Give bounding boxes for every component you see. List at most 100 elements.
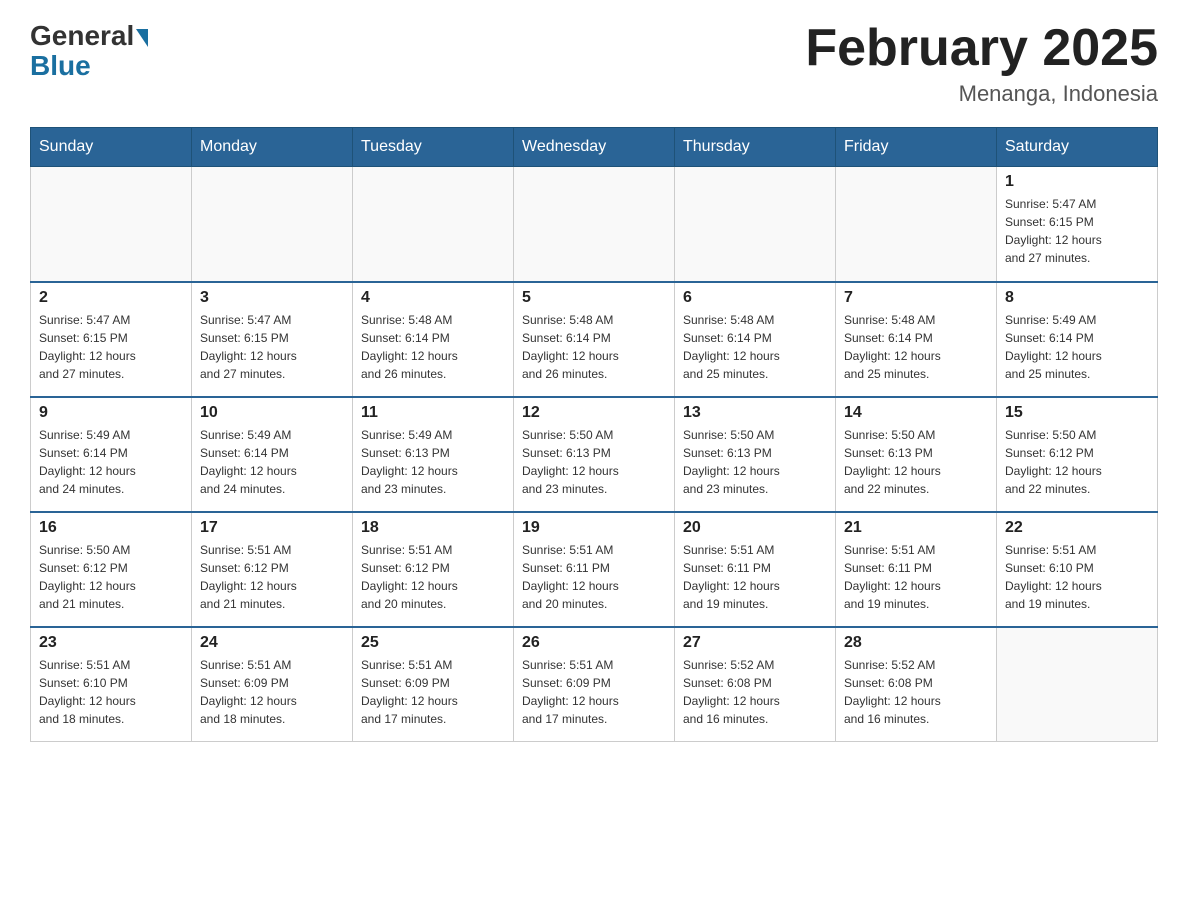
day-number: 1 [1005, 173, 1149, 191]
day-info: Sunrise: 5:50 AMSunset: 6:13 PMDaylight:… [522, 426, 666, 498]
day-number: 24 [200, 634, 344, 652]
day-number: 3 [200, 289, 344, 307]
day-number: 5 [522, 289, 666, 307]
calendar-cell: 1 Sunrise: 5:47 AMSunset: 6:15 PMDaylight… [997, 167, 1158, 282]
calendar-cell: 4Sunrise: 5:48 AMSunset: 6:14 PMDaylight… [353, 282, 514, 397]
day-number: 18 [361, 519, 505, 537]
day-number: 9 [39, 404, 183, 422]
calendar-cell [31, 167, 192, 282]
day-number: 25 [361, 634, 505, 652]
weekday-header-monday: Monday [192, 128, 353, 167]
logo-general-text: General [30, 20, 134, 52]
day-number: 21 [844, 519, 988, 537]
calendar-cell: 28 Sunrise: 5:52 AMSunset: 6:08 PMDayligh… [836, 627, 997, 742]
day-info: Sunrise: 5:51 AMSunset: 6:12 PMDaylight:… [361, 541, 505, 613]
calendar-cell: 12 Sunrise: 5:50 AMSunset: 6:13 PMDayligh… [514, 397, 675, 512]
day-info: Sunrise: 5:47 AMSunset: 6:15 PMDaylight:… [200, 311, 344, 383]
weekday-header-friday: Friday [836, 128, 997, 167]
calendar-week-row: 16 Sunrise: 5:50 AMSunset: 6:12 PMDayligh… [31, 512, 1158, 627]
day-number: 17 [200, 519, 344, 537]
logo: General Blue [30, 20, 148, 82]
day-number: 6 [683, 289, 827, 307]
page-title: February 2025 [805, 20, 1158, 77]
day-number: 23 [39, 634, 183, 652]
day-info: Sunrise: 5:50 AMSunset: 6:13 PMDaylight:… [683, 426, 827, 498]
calendar-cell [514, 167, 675, 282]
calendar-cell: 3 Sunrise: 5:47 AMSunset: 6:15 PMDaylight… [192, 282, 353, 397]
day-info: Sunrise: 5:47 AMSunset: 6:15 PMDaylight:… [39, 311, 183, 383]
day-number: 11 [361, 404, 505, 422]
day-info: Sunrise: 5:51 AMSunset: 6:10 PMDaylight:… [39, 656, 183, 728]
calendar-cell [675, 167, 836, 282]
calendar-cell [353, 167, 514, 282]
calendar-cell: 18 Sunrise: 5:51 AMSunset: 6:12 PMDayligh… [353, 512, 514, 627]
calendar-cell: 21Sunrise: 5:51 AMSunset: 6:11 PMDayligh… [836, 512, 997, 627]
day-info: Sunrise: 5:51 AMSunset: 6:12 PMDaylight:… [200, 541, 344, 613]
calendar-cell: 6 Sunrise: 5:48 AMSunset: 6:14 PMDaylight… [675, 282, 836, 397]
day-info: Sunrise: 5:48 AMSunset: 6:14 PMDaylight:… [522, 311, 666, 383]
calendar-cell: 7Sunrise: 5:48 AMSunset: 6:14 PMDaylight… [836, 282, 997, 397]
calendar-cell: 10Sunrise: 5:49 AMSunset: 6:14 PMDayligh… [192, 397, 353, 512]
calendar-cell: 23 Sunrise: 5:51 AMSunset: 6:10 PMDayligh… [31, 627, 192, 742]
calendar-cell [997, 627, 1158, 742]
day-info: Sunrise: 5:48 AMSunset: 6:14 PMDaylight:… [683, 311, 827, 383]
calendar-cell: 22 Sunrise: 5:51 AMSunset: 6:10 PMDayligh… [997, 512, 1158, 627]
day-info: Sunrise: 5:52 AMSunset: 6:08 PMDaylight:… [844, 656, 988, 728]
day-number: 16 [39, 519, 183, 537]
calendar-cell: 17 Sunrise: 5:51 AMSunset: 6:12 PMDayligh… [192, 512, 353, 627]
calendar-cell: 27 Sunrise: 5:52 AMSunset: 6:08 PMDayligh… [675, 627, 836, 742]
calendar-cell [192, 167, 353, 282]
day-info: Sunrise: 5:51 AMSunset: 6:09 PMDaylight:… [200, 656, 344, 728]
logo-blue-text: Blue [30, 50, 91, 82]
location-subtitle: Menanga, Indonesia [805, 81, 1158, 107]
calendar-cell: 25 Sunrise: 5:51 AMSunset: 6:09 PMDayligh… [353, 627, 514, 742]
day-info: Sunrise: 5:51 AMSunset: 6:10 PMDaylight:… [1005, 541, 1149, 613]
calendar-week-row: 1 Sunrise: 5:47 AMSunset: 6:15 PMDaylight… [31, 167, 1158, 282]
day-info: Sunrise: 5:52 AMSunset: 6:08 PMDaylight:… [683, 656, 827, 728]
day-info: Sunrise: 5:49 AMSunset: 6:14 PMDaylight:… [39, 426, 183, 498]
day-info: Sunrise: 5:51 AMSunset: 6:11 PMDaylight:… [522, 541, 666, 613]
calendar-cell [836, 167, 997, 282]
day-number: 8 [1005, 289, 1149, 307]
calendar-cell: 15 Sunrise: 5:50 AMSunset: 6:12 PMDayligh… [997, 397, 1158, 512]
day-number: 12 [522, 404, 666, 422]
day-info: Sunrise: 5:50 AMSunset: 6:12 PMDaylight:… [1005, 426, 1149, 498]
day-info: Sunrise: 5:50 AMSunset: 6:13 PMDaylight:… [844, 426, 988, 498]
calendar-cell: 13 Sunrise: 5:50 AMSunset: 6:13 PMDayligh… [675, 397, 836, 512]
weekday-header-saturday: Saturday [997, 128, 1158, 167]
day-number: 19 [522, 519, 666, 537]
calendar-cell: 14 Sunrise: 5:50 AMSunset: 6:13 PMDayligh… [836, 397, 997, 512]
weekday-header-thursday: Thursday [675, 128, 836, 167]
day-info: Sunrise: 5:47 AMSunset: 6:15 PMDaylight:… [1005, 195, 1149, 267]
calendar-cell: 20 Sunrise: 5:51 AMSunset: 6:11 PMDayligh… [675, 512, 836, 627]
calendar-cell: 11 Sunrise: 5:49 AMSunset: 6:13 PMDayligh… [353, 397, 514, 512]
day-number: 13 [683, 404, 827, 422]
calendar-cell: 9 Sunrise: 5:49 AMSunset: 6:14 PMDaylight… [31, 397, 192, 512]
day-info: Sunrise: 5:51 AMSunset: 6:11 PMDaylight:… [683, 541, 827, 613]
day-number: 20 [683, 519, 827, 537]
day-number: 2 [39, 289, 183, 307]
calendar-cell: 26Sunrise: 5:51 AMSunset: 6:09 PMDayligh… [514, 627, 675, 742]
header: General Blue February 2025 Menanga, Indo… [30, 20, 1158, 107]
calendar-cell: 5 Sunrise: 5:48 AMSunset: 6:14 PMDaylight… [514, 282, 675, 397]
weekday-header-sunday: Sunday [31, 128, 192, 167]
day-info: Sunrise: 5:49 AMSunset: 6:14 PMDaylight:… [1005, 311, 1149, 383]
day-number: 14 [844, 404, 988, 422]
calendar-table: SundayMondayTuesdayWednesdayThursdayFrid… [30, 127, 1158, 742]
day-number: 22 [1005, 519, 1149, 537]
day-info: Sunrise: 5:49 AMSunset: 6:13 PMDaylight:… [361, 426, 505, 498]
weekday-header-wednesday: Wednesday [514, 128, 675, 167]
day-info: Sunrise: 5:50 AMSunset: 6:12 PMDaylight:… [39, 541, 183, 613]
calendar-cell: 2 Sunrise: 5:47 AMSunset: 6:15 PMDaylight… [31, 282, 192, 397]
day-number: 27 [683, 634, 827, 652]
day-number: 28 [844, 634, 988, 652]
calendar-cell: 24 Sunrise: 5:51 AMSunset: 6:09 PMDayligh… [192, 627, 353, 742]
day-number: 15 [1005, 404, 1149, 422]
day-info: Sunrise: 5:51 AMSunset: 6:09 PMDaylight:… [522, 656, 666, 728]
day-number: 7 [844, 289, 988, 307]
calendar-cell: 19 Sunrise: 5:51 AMSunset: 6:11 PMDayligh… [514, 512, 675, 627]
day-info: Sunrise: 5:51 AMSunset: 6:09 PMDaylight:… [361, 656, 505, 728]
logo-arrow-icon [136, 29, 148, 47]
weekday-header-tuesday: Tuesday [353, 128, 514, 167]
weekday-header-row: SundayMondayTuesdayWednesdayThursdayFrid… [31, 128, 1158, 167]
